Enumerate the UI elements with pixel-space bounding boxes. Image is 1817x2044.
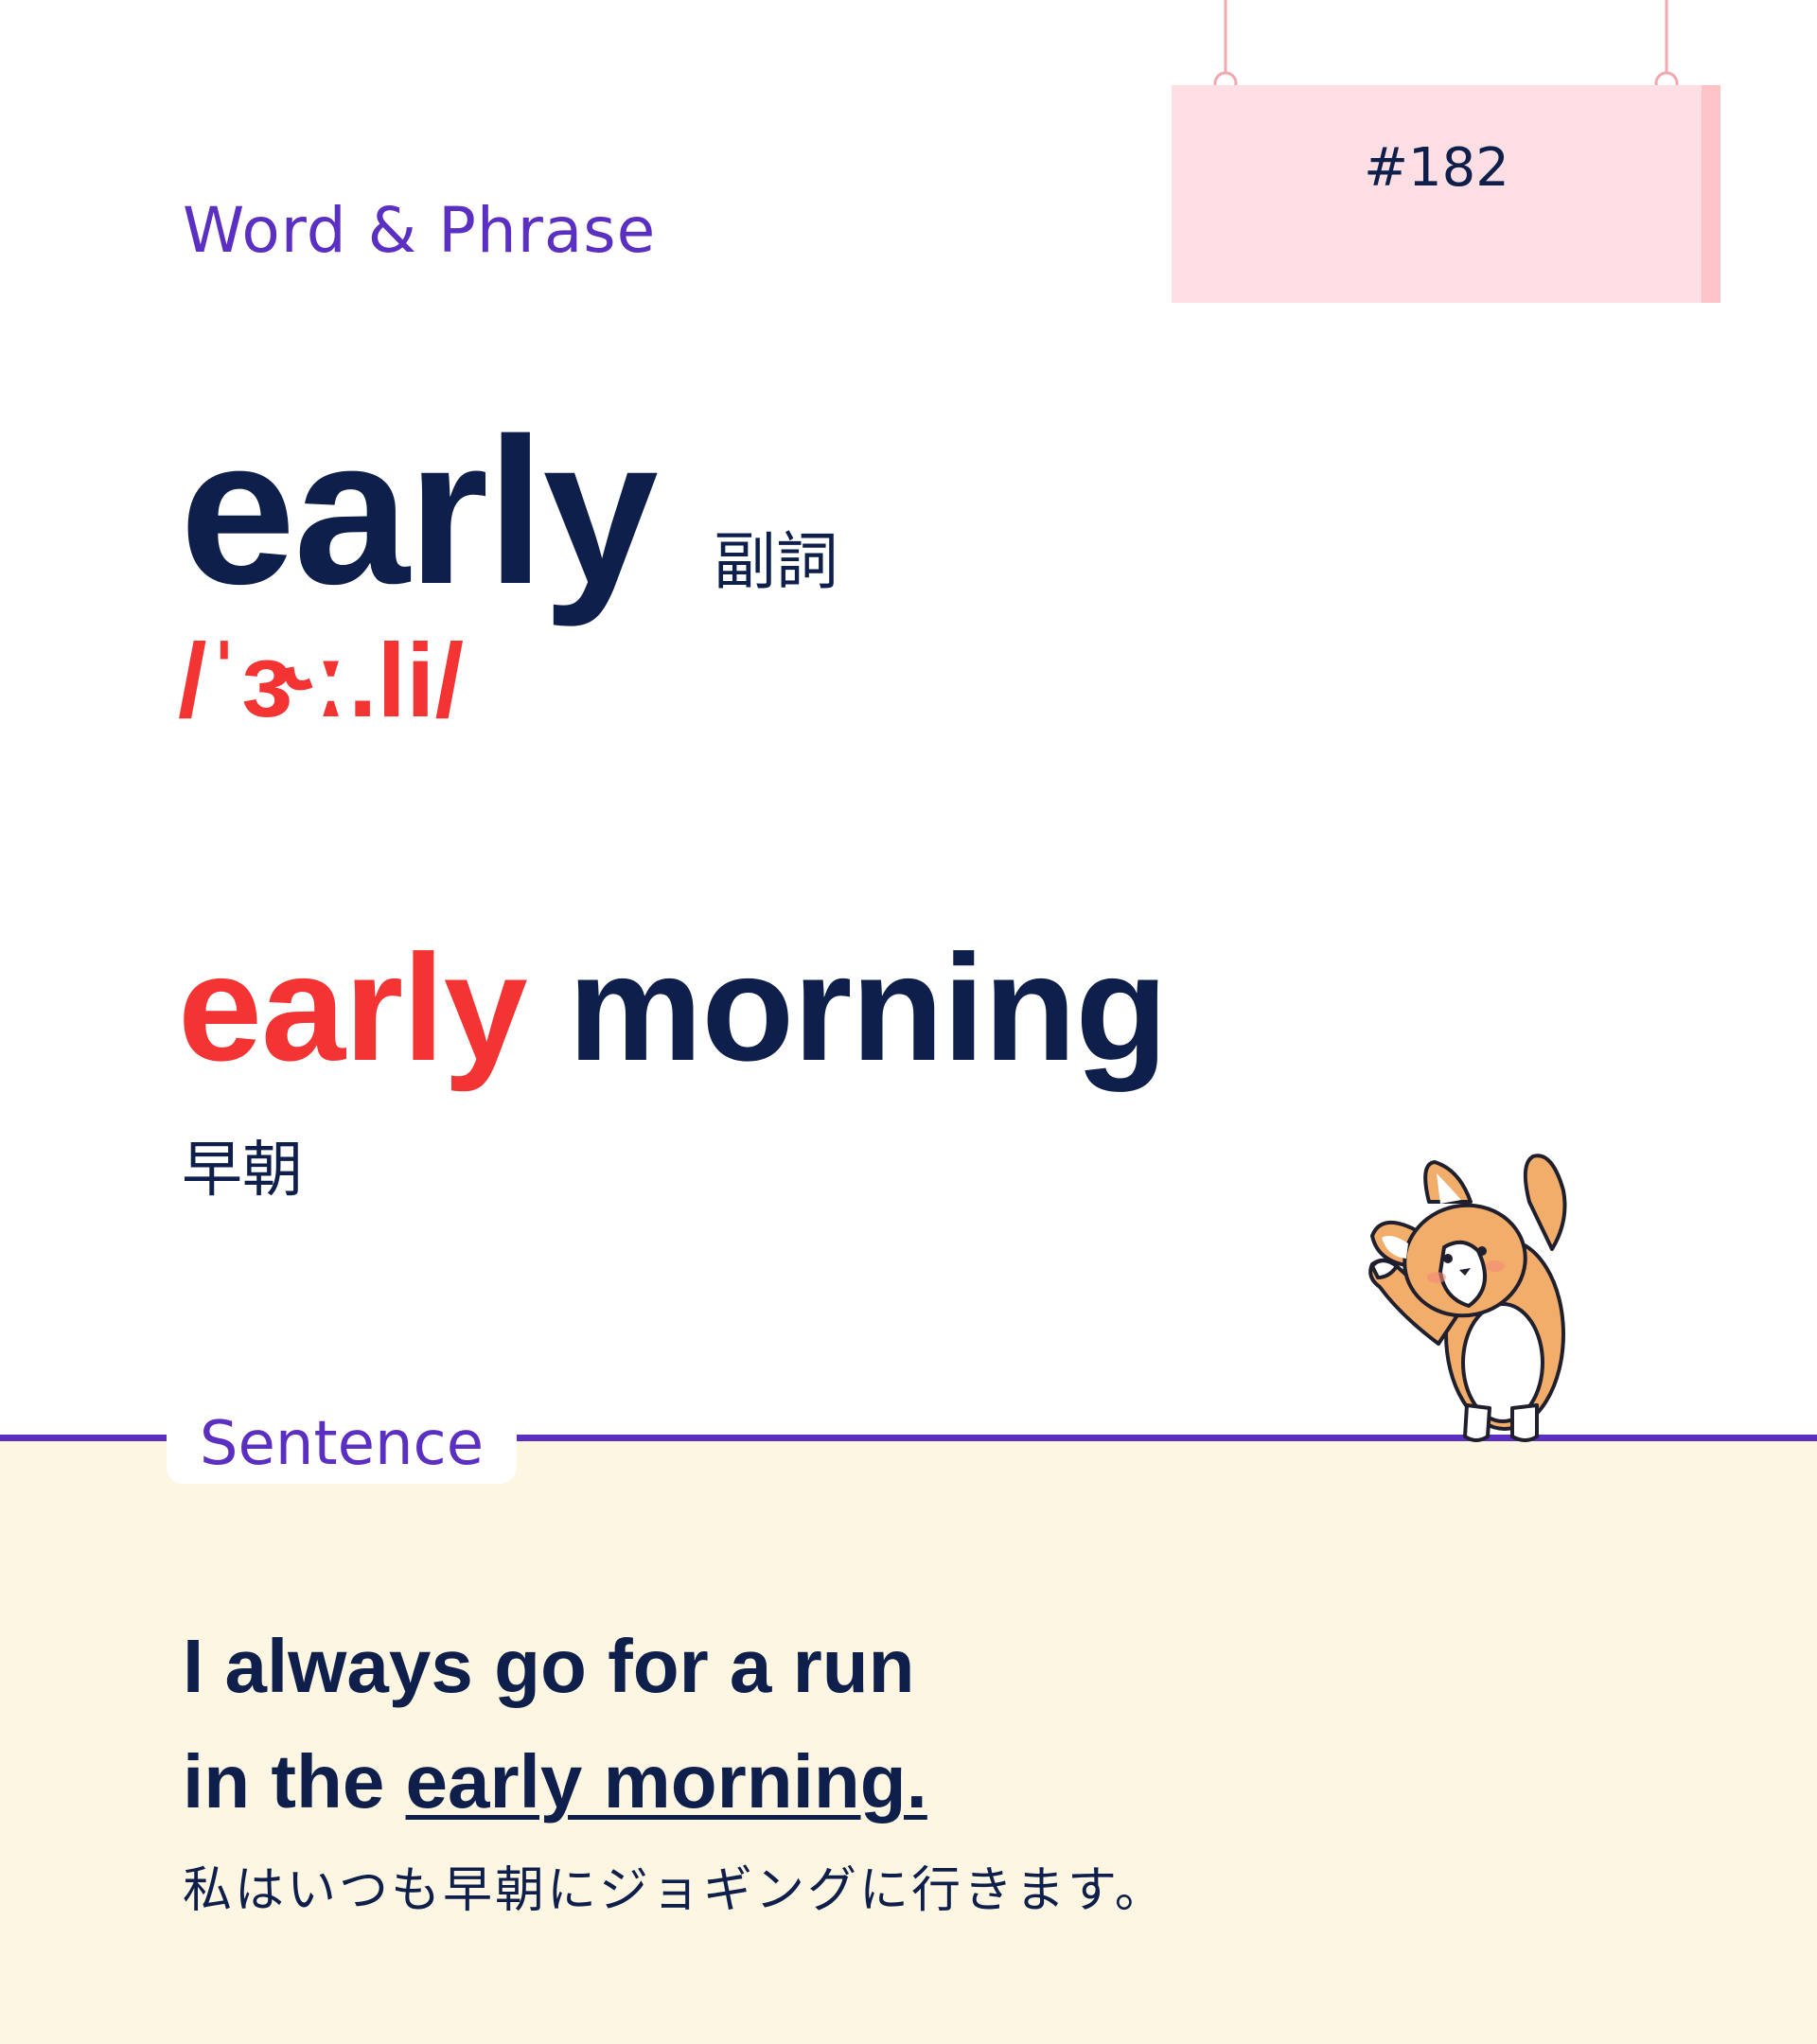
sentence-underlined-phrase: early morning. — [405, 1739, 927, 1824]
number-sign: #182 — [1172, 0, 1720, 305]
headword: early — [180, 395, 659, 627]
category-heading: Word & Phrase — [183, 194, 657, 267]
headword-row: early 副詞 — [180, 407, 838, 615]
part-of-speech: 副詞 — [713, 525, 838, 598]
sentence-prefix: in the — [183, 1739, 406, 1824]
phrase-rest: morning — [526, 923, 1168, 1092]
example-sentence: I always go for a run in the early morni… — [183, 1609, 927, 1840]
sentence-translation: 私はいつも早朝にジョギングに行きます。 — [183, 1862, 1167, 1919]
phrase-highlight: early — [178, 923, 528, 1092]
sentence-line-1: I always go for a run — [183, 1624, 915, 1708]
phrase-translation: 早朝 — [182, 1136, 303, 1206]
sentence-tab: Sentence — [167, 1404, 517, 1484]
corgi-icon — [1368, 1154, 1567, 1442]
entry-number: #182 — [1364, 136, 1509, 199]
sentence-line-2: in the early morning. — [183, 1724, 927, 1840]
pronunciation: /ˈɝː.li/ — [178, 623, 465, 739]
example-phrase: early morning — [178, 932, 1168, 1084]
